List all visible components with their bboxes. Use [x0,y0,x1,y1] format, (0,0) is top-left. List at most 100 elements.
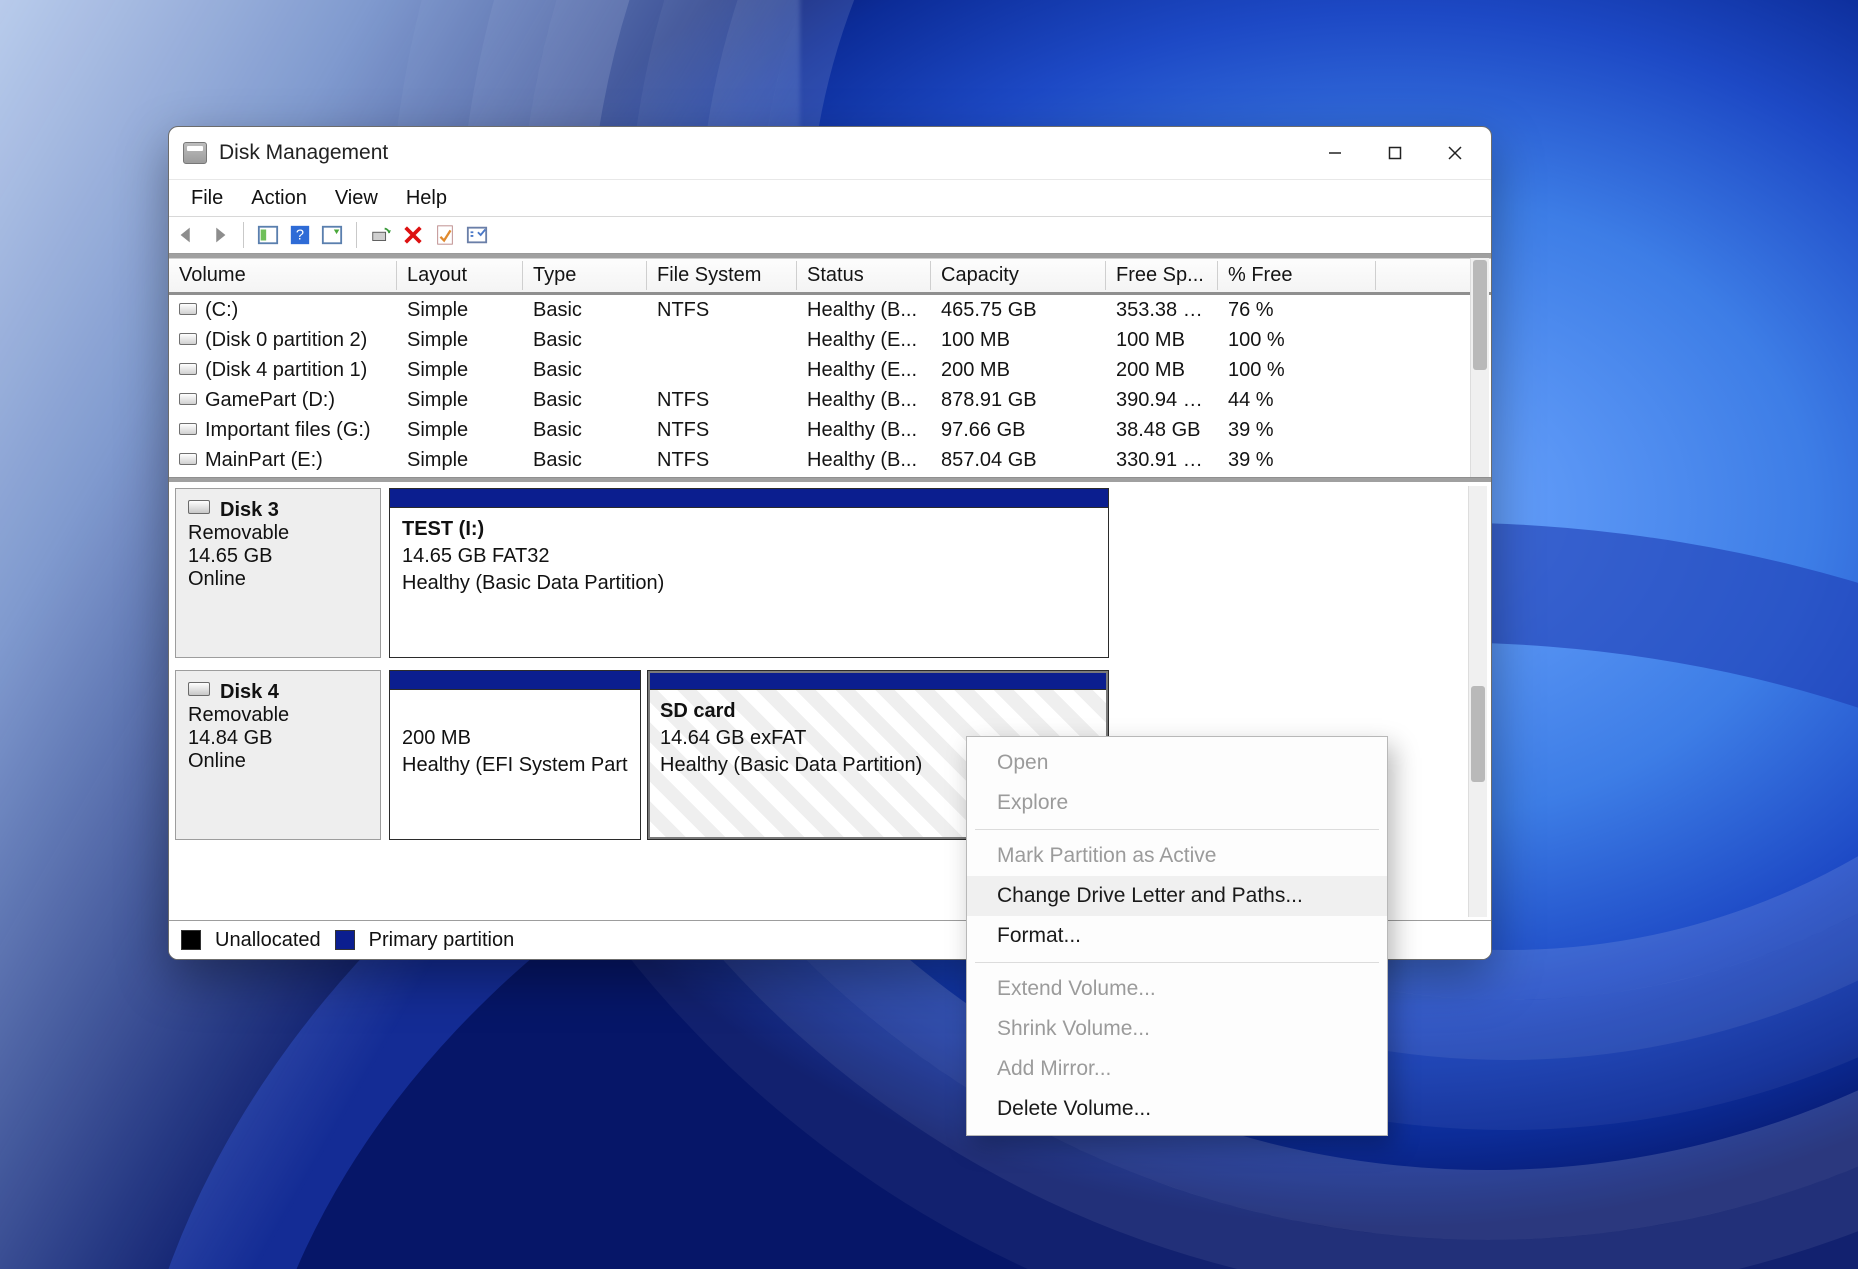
menu-separator [975,962,1379,963]
cell-volume: (Disk 0 partition 2) [169,329,397,352]
cell-fs: NTFS [647,389,797,412]
cell-layout: Simple [397,359,523,382]
disk-icon [188,682,210,696]
col-layout[interactable]: Layout [397,261,523,290]
cell-fs: NTFS [647,299,797,322]
cell-volume: GamePart (D:) [169,389,397,412]
menu-change-drive-letter[interactable]: Change Drive Letter and Paths... [967,876,1387,916]
help-icon[interactable]: ? [288,223,312,247]
menu-mark-active[interactable]: Mark Partition as Active [967,836,1387,876]
cell-pct: 76 % [1218,299,1376,322]
cell-status: Healthy (B... [797,299,931,322]
cell-fs: NTFS [647,449,797,472]
cell-layout: Simple [397,329,523,352]
disk-size: 14.84 GB [188,727,368,750]
menu-view[interactable]: View [321,183,392,214]
drive-icon [179,303,197,315]
volume-list: Volume Layout Type File System Status Ca… [169,254,1491,478]
partition-status: Healthy (EFI System Part [402,754,628,776]
cell-capacity: 97.66 GB [931,419,1106,442]
properties-icon[interactable] [433,223,457,247]
cell-type: Basic [523,449,647,472]
volume-row[interactable]: (Disk 4 partition 1)SimpleBasicHealthy (… [169,355,1491,385]
show-hide-action-pane-icon[interactable] [320,223,344,247]
partition-disk3-test[interactable]: TEST (I:) 14.65 GB FAT32 Healthy (Basic … [389,488,1109,658]
menu-explore[interactable]: Explore [967,783,1387,823]
disk-label-disk4[interactable]: Disk 4 Removable 14.84 GB Online [175,670,381,840]
cell-layout: Simple [397,389,523,412]
cell-free: 38.48 GB [1106,419,1218,442]
cell-layout: Simple [397,449,523,472]
drive-icon [179,333,197,345]
minimize-button[interactable] [1305,131,1365,175]
menu-extend-volume[interactable]: Extend Volume... [967,969,1387,1009]
menu-open[interactable]: Open [967,743,1387,783]
disk-name: Disk 4 [220,681,279,703]
menu-format[interactable]: Format... [967,916,1387,956]
refresh-icon[interactable] [369,223,393,247]
menubar: File Action View Help [169,179,1491,216]
col-fs[interactable]: File System [647,261,797,290]
close-button[interactable] [1425,131,1485,175]
col-status[interactable]: Status [797,261,931,290]
partition-disk4-efi[interactable]: 200 MB Healthy (EFI System Part [389,670,641,840]
cell-capacity: 200 MB [931,359,1106,382]
cell-type: Basic [523,299,647,322]
volume-row[interactable]: GamePart (D:)SimpleBasicNTFSHealthy (B..… [169,385,1491,415]
legend-label-unallocated: Unallocated [215,929,321,952]
scrollbar-thumb[interactable] [1471,686,1485,782]
cell-layout: Simple [397,419,523,442]
cell-free: 200 MB [1106,359,1218,382]
partition-status: Healthy (Basic Data Partition) [660,754,922,776]
delete-icon[interactable] [401,223,425,247]
cell-status: Healthy (B... [797,389,931,412]
partition-title: TEST (I:) [402,518,484,540]
cell-free: 330.91 GB [1106,449,1218,472]
back-icon[interactable] [175,223,199,247]
titlebar[interactable]: Disk Management [169,127,1491,179]
menu-file[interactable]: File [177,183,237,214]
cell-pct: 39 % [1218,449,1376,472]
menu-help[interactable]: Help [392,183,461,214]
disk-view-scrollbar[interactable] [1468,486,1487,917]
col-pct[interactable]: % Free [1218,261,1376,290]
scrollbar-thumb[interactable] [1473,260,1487,370]
volume-row[interactable]: (Disk 0 partition 2)SimpleBasicHealthy (… [169,325,1491,355]
volume-list-scrollbar[interactable] [1470,258,1489,477]
volume-row[interactable]: Important files (G:)SimpleBasicNTFSHealt… [169,415,1491,445]
col-free[interactable]: Free Sp... [1106,261,1218,290]
show-hide-console-tree-icon[interactable] [256,223,280,247]
partition-context-menu: Open Explore Mark Partition as Active Ch… [966,736,1388,1136]
menu-action[interactable]: Action [237,183,321,214]
maximize-button[interactable] [1365,131,1425,175]
menu-add-mirror[interactable]: Add Mirror... [967,1049,1387,1089]
drive-icon [179,363,197,375]
cell-pct: 44 % [1218,389,1376,412]
partition-sizefs: 14.65 GB FAT32 [402,545,550,567]
drive-icon [179,423,197,435]
menu-delete-volume[interactable]: Delete Volume... [967,1089,1387,1129]
cell-status: Healthy (E... [797,359,931,382]
options-icon[interactable] [465,223,489,247]
col-capacity[interactable]: Capacity [931,261,1106,290]
disk-label-disk3[interactable]: Disk 3 Removable 14.65 GB Online [175,488,381,658]
volume-row[interactable]: (C:)SimpleBasicNTFSHealthy (B...465.75 G… [169,295,1491,325]
app-icon [183,142,207,164]
forward-icon[interactable] [207,223,231,247]
partition-title: SD card [660,700,736,722]
cell-type: Basic [523,419,647,442]
cell-pct: 100 % [1218,329,1376,352]
legend-swatch-unallocated [181,930,201,950]
menu-shrink-volume[interactable]: Shrink Volume... [967,1009,1387,1049]
cell-type: Basic [523,329,647,352]
col-type[interactable]: Type [523,261,647,290]
cell-capacity: 100 MB [931,329,1106,352]
col-volume[interactable]: Volume [169,261,397,290]
volume-row[interactable]: MainPart (E:)SimpleBasicNTFSHealthy (B..… [169,445,1491,475]
cell-pct: 39 % [1218,419,1376,442]
volume-row[interactable]: New Games DriveSimpleBasicNTFSHealthy (B… [169,475,1491,477]
disk-icon [188,500,210,514]
window-title: Disk Management [219,141,388,165]
partition-sizefs: 14.64 GB exFAT [660,727,806,749]
disk-row-disk3: Disk 3 Removable 14.65 GB Online TEST (I… [175,488,1465,658]
